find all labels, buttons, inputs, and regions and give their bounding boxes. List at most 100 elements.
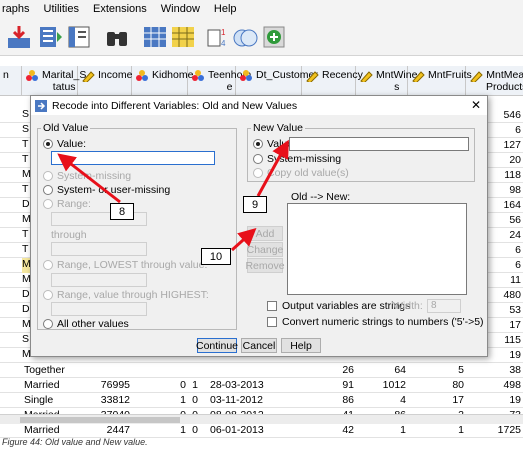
through-label: through (51, 229, 87, 241)
convert-numeric-checkbox[interactable]: Convert numeric strings to numbers ('5'-… (267, 316, 484, 328)
column-header-marital-status[interactable]: Marital_S tatus (22, 66, 86, 96)
help-button[interactable]: Help (281, 338, 321, 353)
table-cell[interactable]: 5 (408, 364, 464, 376)
table-cell[interactable]: 498 (466, 379, 521, 391)
column-header-dt-customer[interactable]: Dt_Customer (236, 66, 318, 96)
column-header[interactable]: n (0, 66, 22, 96)
callout-9: 9 (243, 196, 267, 213)
table-cell[interactable]: Together (24, 364, 78, 376)
table-cell[interactable]: 1 (132, 424, 186, 436)
table-cell[interactable]: 26 (302, 364, 354, 376)
table-row[interactable]: Together 26 64 5 38 (0, 363, 523, 378)
remove-button[interactable]: Remove (245, 258, 285, 273)
grid-header: n Marital_S tatus Income Kidhome Teenhom… (0, 66, 523, 96)
range-to-input[interactable] (51, 242, 147, 256)
table-cell[interactable]: 80 (408, 379, 464, 391)
column-header-income[interactable]: Income (78, 66, 132, 96)
column-header-mntfruits[interactable]: MntFruits (408, 66, 472, 96)
table-cell[interactable]: Married (24, 379, 78, 391)
new-value-input[interactable] (289, 137, 469, 151)
change-button[interactable]: Change (247, 242, 283, 257)
cancel-button[interactable]: Cancel (241, 338, 277, 353)
old-range-radio[interactable]: Range: (43, 198, 91, 210)
scale-icon (82, 71, 95, 82)
table-cell[interactable]: 38 (466, 364, 521, 376)
table-cell[interactable]: 2447 (78, 424, 130, 436)
add-button[interactable]: Add (247, 226, 283, 241)
scale-icon (470, 71, 483, 82)
table-cell[interactable]: 42 (302, 424, 354, 436)
column-header-mntwines[interactable]: MntWine s (356, 66, 417, 96)
table-cell[interactable]: 0 (132, 379, 186, 391)
table-cell[interactable]: 64 (356, 364, 406, 376)
scrollbar-thumb[interactable] (20, 417, 180, 423)
table-cell[interactable]: Single (24, 394, 78, 406)
menu-window[interactable]: Window (161, 3, 200, 15)
old-system-missing-radio[interactable]: System-missing (43, 170, 131, 182)
table-cell[interactable]: 91 (302, 379, 354, 391)
table-cell[interactable]: 76995 (78, 379, 130, 391)
circles-icon[interactable] (232, 24, 258, 50)
horizontal-scrollbar[interactable] (0, 414, 523, 424)
table-row[interactable]: Married 76995 0 1 28-03-2013 91 1012 80 498 (0, 378, 523, 393)
nominal-icon (240, 70, 252, 81)
table-cell[interactable]: 28-03-2013 (210, 379, 280, 391)
table-cell[interactable]: 1 (408, 424, 464, 436)
range-highest-radio[interactable]: Range, value through HIGHEST: (43, 289, 209, 301)
data-editor-icon[interactable] (66, 24, 92, 50)
table-cell[interactable]: 1725 (466, 424, 521, 436)
table-cell[interactable]: 1 (188, 379, 198, 391)
table-cell[interactable]: 1 (132, 394, 186, 406)
table-cell[interactable]: 33812 (78, 394, 130, 406)
table-cell[interactable]: 1012 (356, 379, 406, 391)
sort-icon[interactable]: 14 (206, 24, 232, 50)
table-cell[interactable]: Married (24, 424, 78, 436)
close-icon[interactable]: ✕ (471, 98, 481, 112)
table-row[interactable]: Married 2447 1 0 06-01-2013 42 1 1 1725 (0, 423, 523, 438)
radio-selected-icon (253, 139, 263, 149)
find-icon[interactable] (104, 24, 130, 50)
recode-icon (35, 99, 47, 112)
old-value-radio[interactable]: Value: (43, 138, 86, 150)
menu-utilities[interactable]: Utilities (44, 3, 79, 15)
spreadsheet-icon[interactable] (170, 24, 196, 50)
table-cell[interactable]: 17 (408, 394, 464, 406)
table-cell[interactable]: 19 (466, 394, 521, 406)
width-input[interactable]: 8 (427, 299, 461, 313)
menu-help[interactable]: Help (214, 3, 237, 15)
column-header-teenhome[interactable]: Teenhom e (188, 66, 251, 96)
output-strings-checkbox[interactable]: Output variables are strings (267, 300, 410, 312)
column-header-kidhome[interactable]: Kidhome (132, 66, 193, 96)
scale-icon (412, 71, 425, 82)
import-data-icon[interactable] (6, 24, 32, 50)
table-cell[interactable]: 4 (356, 394, 406, 406)
table-row[interactable]: Single 33812 1 0 03-11-2012 86 4 17 19 (0, 393, 523, 408)
new-system-missing-radio[interactable]: System-missing (253, 153, 341, 165)
column-header-recency[interactable]: Recency (302, 66, 363, 96)
all-other-values-radio[interactable]: All other values (43, 318, 129, 330)
nominal-icon (136, 70, 148, 81)
add-icon[interactable] (262, 24, 288, 50)
menu-bar: raphs Utilities Extensions Window Help (0, 0, 523, 18)
copy-old-values-radio[interactable]: Copy old value(s) (253, 167, 349, 179)
scale-icon (306, 71, 319, 82)
old-system-or-user-missing-radio[interactable]: System- or user-missing (43, 184, 170, 196)
old-new-list[interactable] (287, 203, 467, 295)
table-cell[interactable]: 03-11-2012 (210, 394, 280, 406)
range-highest-input[interactable] (51, 302, 147, 316)
table-cell[interactable]: 06-01-2013 (210, 424, 280, 436)
table-cell[interactable]: 1 (356, 424, 406, 436)
table-cell[interactable]: 86 (302, 394, 354, 406)
variables-list-icon[interactable] (38, 24, 64, 50)
table-cell[interactable]: 0 (188, 394, 198, 406)
column-header-mntmeatproducts[interactable]: MntMeat Products (466, 66, 523, 96)
width-label: Width: (393, 300, 423, 312)
table-cell[interactable]: 0 (188, 424, 198, 436)
old-value-input[interactable] (51, 151, 215, 165)
range-lowest-input[interactable] (51, 273, 147, 287)
menu-extensions[interactable]: Extensions (93, 3, 147, 15)
grid-icon[interactable] (142, 24, 168, 50)
range-lowest-radio[interactable]: Range, LOWEST through value: (43, 259, 207, 271)
menu-graphs[interactable]: raphs (2, 3, 30, 15)
continue-button[interactable]: Continue (196, 338, 238, 353)
